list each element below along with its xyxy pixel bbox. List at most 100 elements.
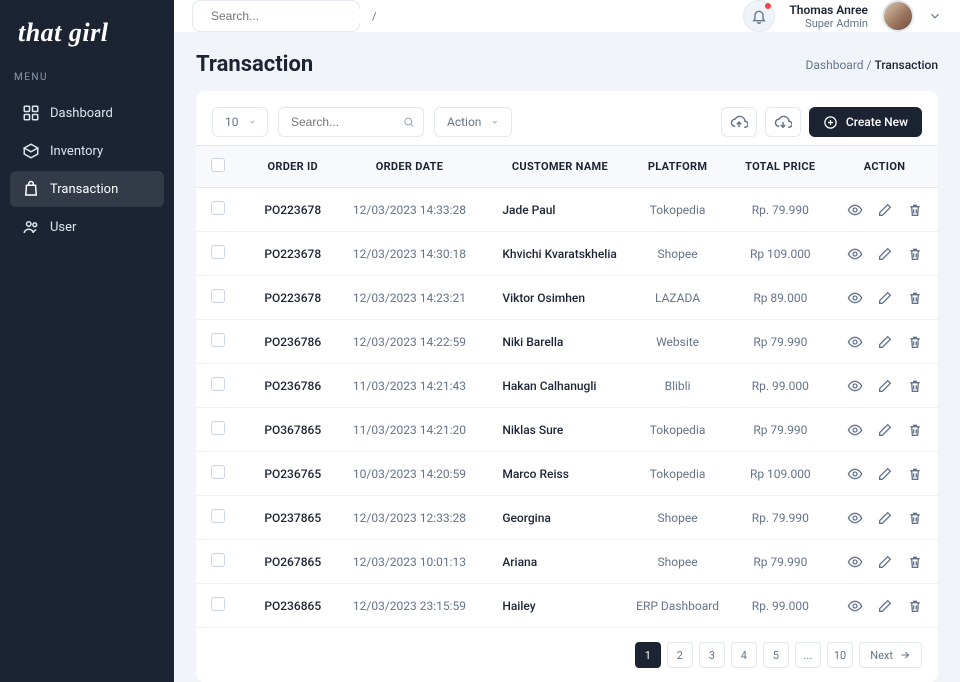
edit-icon[interactable] xyxy=(877,422,893,438)
chevron-down-icon[interactable] xyxy=(928,9,942,23)
row-checkbox[interactable] xyxy=(211,201,225,215)
table-row: PO36786511/03/2023 14:21:20Niklas SureTo… xyxy=(196,408,938,452)
row-checkbox[interactable] xyxy=(211,289,225,303)
trash-icon[interactable] xyxy=(907,246,923,262)
table-row: PO22367812/03/2023 14:23:21Viktor Osimhe… xyxy=(196,276,938,320)
row-checkbox[interactable] xyxy=(211,377,225,391)
notifications-button[interactable] xyxy=(743,0,775,32)
trash-icon[interactable] xyxy=(907,598,923,614)
trash-icon[interactable] xyxy=(907,378,923,394)
eye-icon[interactable] xyxy=(847,202,863,218)
cell-order-date: 11/03/2023 14:21:43 xyxy=(345,364,475,408)
trash-icon[interactable] xyxy=(907,466,923,482)
cell-total: Rp. 99.000 xyxy=(730,364,831,408)
edit-icon[interactable] xyxy=(877,246,893,262)
next-page-button[interactable]: Next xyxy=(859,642,922,668)
table-row: PO26786512/03/2023 10:01:13ArianaShopeeR… xyxy=(196,540,938,584)
pagesize-select[interactable]: 10 xyxy=(212,107,268,137)
upload-button[interactable] xyxy=(721,107,757,137)
cell-customer: Niki Barella xyxy=(474,320,625,364)
row-actions xyxy=(839,334,930,350)
row-checkbox[interactable] xyxy=(211,509,225,523)
table-row: PO23678612/03/2023 14:22:59Niki BarellaW… xyxy=(196,320,938,364)
row-actions xyxy=(839,378,930,394)
global-search[interactable]: / xyxy=(192,0,360,32)
edit-icon[interactable] xyxy=(877,466,893,482)
cell-order-date: 10/03/2023 14:20:59 xyxy=(345,452,475,496)
trash-icon[interactable] xyxy=(907,554,923,570)
cell-platform: Tokopedia xyxy=(626,452,730,496)
user-info: Thomas Anree Super Admin xyxy=(789,3,868,30)
avatar[interactable] xyxy=(882,0,914,32)
eye-icon[interactable] xyxy=(847,422,863,438)
eye-icon[interactable] xyxy=(847,378,863,394)
trash-icon[interactable] xyxy=(907,422,923,438)
cell-customer: Hailey xyxy=(474,584,625,628)
sidebar-nav: Dashboard Inventory Transaction User xyxy=(0,95,174,245)
notification-dot xyxy=(765,3,771,9)
trash-icon[interactable] xyxy=(907,510,923,526)
row-checkbox[interactable] xyxy=(211,245,225,259)
table-search[interactable] xyxy=(278,107,424,137)
edit-icon[interactable] xyxy=(877,202,893,218)
sidebar-item-dashboard[interactable]: Dashboard xyxy=(10,95,164,131)
row-actions xyxy=(839,202,930,218)
th-total: TOTAL PRICE xyxy=(730,146,831,188)
row-checkbox[interactable] xyxy=(211,465,225,479)
table-row: PO22367812/03/2023 14:30:18Khvichi Kvara… xyxy=(196,232,938,276)
row-actions xyxy=(839,598,930,614)
menu-label: MENU xyxy=(0,72,174,95)
cell-order-id: PO223678 xyxy=(241,232,345,276)
page-button[interactable]: 1 xyxy=(635,642,661,668)
row-actions xyxy=(839,422,930,438)
page-button[interactable]: 3 xyxy=(699,642,725,668)
edit-icon[interactable] xyxy=(877,290,893,306)
row-checkbox[interactable] xyxy=(211,597,225,611)
eye-icon[interactable] xyxy=(847,510,863,526)
create-new-label: Create New xyxy=(846,115,908,129)
sidebar-item-transaction[interactable]: Transaction xyxy=(10,171,164,207)
edit-icon[interactable] xyxy=(877,554,893,570)
eye-icon[interactable] xyxy=(847,598,863,614)
breadcrumb-root[interactable]: Dashboard xyxy=(806,58,864,72)
trash-icon[interactable] xyxy=(907,334,923,350)
row-checkbox[interactable] xyxy=(211,553,225,567)
edit-icon[interactable] xyxy=(877,378,893,394)
table-search-input[interactable] xyxy=(291,115,393,129)
page-button[interactable]: 4 xyxy=(731,642,757,668)
pagination: 12345...10Next xyxy=(196,628,938,682)
edit-icon[interactable] xyxy=(877,510,893,526)
sidebar-item-inventory[interactable]: Inventory xyxy=(10,133,164,169)
eye-icon[interactable] xyxy=(847,246,863,262)
edit-icon[interactable] xyxy=(877,334,893,350)
download-button[interactable] xyxy=(765,107,801,137)
cell-order-date: 12/03/2023 14:33:28 xyxy=(345,188,475,232)
breadcrumb: Dashboard / Transaction xyxy=(806,58,939,72)
eye-icon[interactable] xyxy=(847,466,863,482)
row-checkbox[interactable] xyxy=(211,421,225,435)
trash-icon[interactable] xyxy=(907,290,923,306)
eye-icon[interactable] xyxy=(847,290,863,306)
sidebar: that girl MENU Dashboard Inventory Trans… xyxy=(0,0,174,682)
page-button[interactable]: 5 xyxy=(763,642,789,668)
row-checkbox[interactable] xyxy=(211,333,225,347)
cell-order-date: 12/03/2023 14:22:59 xyxy=(345,320,475,364)
sidebar-item-label: Inventory xyxy=(50,144,103,159)
title-row: Transaction Dashboard / Transaction xyxy=(174,32,960,91)
trash-icon[interactable] xyxy=(907,202,923,218)
action-select[interactable]: Action xyxy=(434,107,512,137)
cell-customer: Khvichi Kvaratskhelia xyxy=(474,232,625,276)
eye-icon[interactable] xyxy=(847,554,863,570)
page-button[interactable]: 10 xyxy=(827,642,853,668)
cell-customer: Jade Paul xyxy=(474,188,625,232)
cell-total: Rp. 79.990 xyxy=(730,496,831,540)
cell-total: Rp 79.990 xyxy=(730,408,831,452)
eye-icon[interactable] xyxy=(847,334,863,350)
create-new-button[interactable]: Create New xyxy=(809,107,922,137)
edit-icon[interactable] xyxy=(877,598,893,614)
cell-platform: LAZADA xyxy=(626,276,730,320)
page-button[interactable]: 2 xyxy=(667,642,693,668)
select-all-checkbox[interactable] xyxy=(211,158,225,172)
sidebar-item-user[interactable]: User xyxy=(10,209,164,245)
global-search-input[interactable] xyxy=(211,9,366,23)
